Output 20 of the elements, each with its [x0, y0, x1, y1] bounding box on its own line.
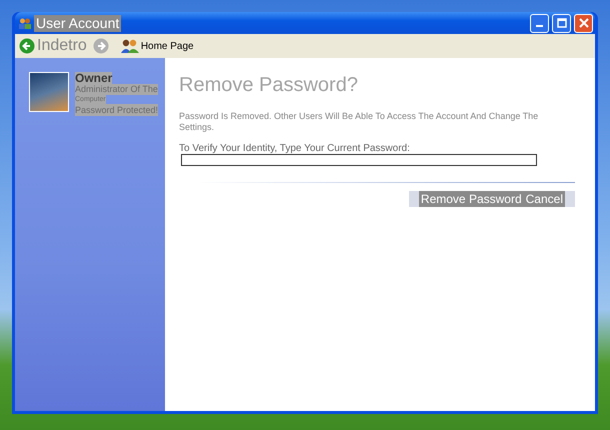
- back-button[interactable]: Indetro: [19, 37, 87, 55]
- minimize-icon: [536, 25, 543, 27]
- users-icon: [120, 39, 139, 53]
- close-icon: [578, 18, 588, 28]
- description-text: Password Is Removed. Other Users Will Be Able To Access The Account And Change The Settings.: [179, 111, 540, 133]
- account-status: Password Protected!: [75, 104, 158, 116]
- account-role: Administrator Of The: [75, 84, 158, 95]
- window-title: User Account: [34, 14, 122, 32]
- maximize-button[interactable]: [552, 14, 571, 32]
- maximize-icon: [556, 18, 566, 28]
- users-icon: [19, 18, 31, 28]
- action-button[interactable]: Cancel: [524, 191, 575, 207]
- home-page-button[interactable]: Home Page: [120, 39, 194, 53]
- minimize-button[interactable]: [530, 14, 549, 32]
- password-prompt: To Verify Your Identity, Type Your Current Password:: [179, 143, 411, 154]
- photo-placeholder: [29, 72, 69, 112]
- close-button[interactable]: [574, 14, 593, 32]
- page-heading: Remove Password?: [179, 74, 359, 97]
- action-button[interactable]: Remove Password: [408, 191, 524, 207]
- password-field[interactable]: [181, 154, 537, 166]
